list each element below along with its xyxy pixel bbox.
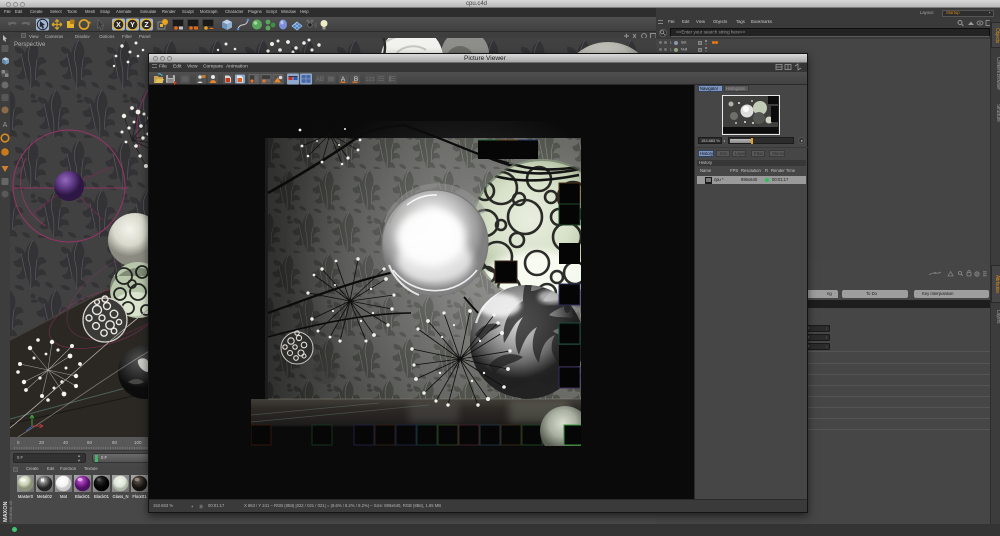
svg-text:60: 60 xyxy=(87,440,93,445)
svg-text:Black01: Black01 xyxy=(94,494,110,499)
svg-text:A: A xyxy=(3,122,8,129)
svg-text:80: 80 xyxy=(112,440,118,445)
svg-text:Floor01: Floor01 xyxy=(132,494,147,499)
svg-text:X: X xyxy=(116,22,121,29)
svg-text:Y: Y xyxy=(130,22,135,29)
svg-text:Mat: Mat xyxy=(60,494,68,499)
svg-text:40: 40 xyxy=(63,440,69,445)
svg-text:Z: Z xyxy=(144,22,149,29)
svg-text:AB: AB xyxy=(316,77,324,83)
svg-text:123: 123 xyxy=(365,77,374,83)
svg-text:Perspective: Perspective xyxy=(14,42,46,48)
svg-text:0: 0 xyxy=(17,440,20,445)
svg-text:Master0: Master0 xyxy=(18,494,34,499)
svg-text:Black01: Black01 xyxy=(75,494,91,499)
svg-text:Glass_N: Glass_N xyxy=(112,494,128,499)
svg-text:Metal02: Metal02 xyxy=(37,494,53,499)
svg-text:100: 100 xyxy=(134,440,142,445)
svg-text:20: 20 xyxy=(39,440,45,445)
svg-text:CINEMA 4D: CINEMA 4D xyxy=(8,500,13,522)
